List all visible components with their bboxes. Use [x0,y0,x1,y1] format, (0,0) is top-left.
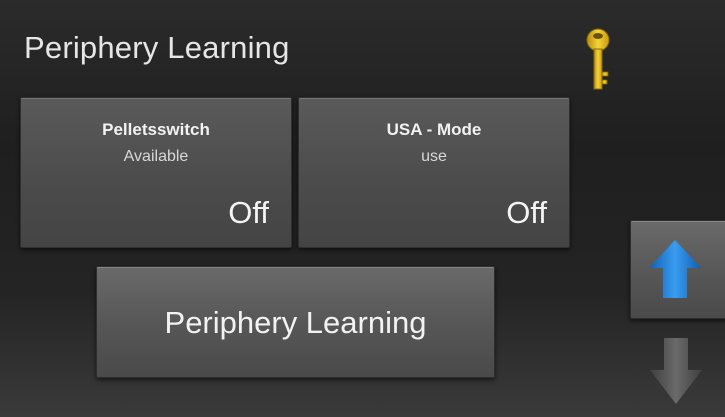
periphery-learning-button[interactable]: Periphery Learning [96,266,495,378]
arrow-up-icon [649,240,701,298]
scroll-up-button[interactable] [630,220,725,319]
tile-name: USA - Mode [386,120,482,139]
tile-subtitle: use [421,148,447,165]
tile-state: Off [228,195,269,230]
pelletsswitch-tile[interactable]: Pelletsswitch Available Off [20,97,292,248]
tile-name: Pelletsswitch [102,120,210,139]
page-title: Periphery Learning [24,30,290,65]
tile-subtitle: Available [123,148,189,165]
usa-mode-tile[interactable]: USA - Mode use Off [298,97,570,248]
button-label: Periphery Learning [164,305,427,340]
key-icon[interactable] [583,28,613,94]
screen: Periphery Learning Pelletsswitch Availab… [0,0,725,417]
tile-state: Off [506,195,547,230]
arrow-down-icon[interactable] [648,336,704,406]
